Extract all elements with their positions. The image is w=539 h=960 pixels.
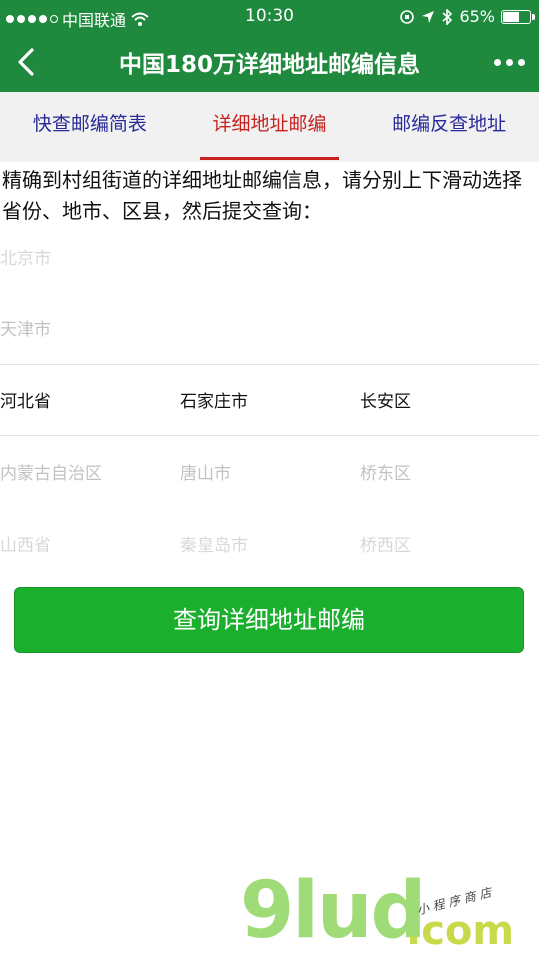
more-dots-icon: [494, 58, 501, 66]
picker-district[interactable]: 桥东区: [360, 459, 411, 484]
status-bar: 中国联通 10:30 65%: [0, 0, 539, 34]
bluetooth-icon: [442, 8, 453, 25]
watermark-domain: .com: [406, 908, 515, 954]
nav-bar: 中国180万详细地址邮编信息: [0, 34, 539, 92]
query-submit-button[interactable]: 查询详细地址邮编: [14, 587, 524, 653]
orientation-lock-icon: [400, 9, 415, 24]
picker-city-selected[interactable]: 石家庄市: [180, 387, 248, 412]
picker-province[interactable]: 内蒙古自治区: [0, 459, 102, 484]
picker-city[interactable]: 秦皇岛市: [180, 531, 248, 556]
picker-province[interactable]: 北京市: [0, 244, 51, 269]
picker-row[interactable]: 天津市: [0, 292, 539, 363]
tab-bar: 快查邮编简表 详细地址邮编 邮编反查地址: [0, 92, 539, 162]
picker-province[interactable]: 天津市: [0, 315, 51, 340]
location-icon: [422, 10, 435, 23]
page-title: 中国180万详细地址邮编信息: [118, 52, 420, 78]
picker-row-selected[interactable]: 河北省 石家庄市 长安区: [0, 364, 539, 435]
region-picker[interactable]: 北京市 天津市 河北省 石家庄市 长安区 内蒙古自治区 唐山市 桥东区 山西省 …: [0, 221, 539, 581]
picker-province-selected[interactable]: 河北省: [0, 387, 51, 412]
picker-row[interactable]: 北京市: [0, 221, 539, 292]
picker-district[interactable]: 桥西区: [360, 531, 411, 556]
tab-detailed-address[interactable]: 详细地址邮编: [180, 92, 360, 162]
watermark-brand: 9lud: [240, 866, 426, 956]
watermark-logo: 9lud 小程序商店 .com: [238, 866, 538, 960]
picker-province[interactable]: 山西省: [0, 531, 51, 556]
picker-row[interactable]: 山西省 秦皇岛市 桥西区: [0, 508, 539, 579]
battery-icon: [501, 9, 535, 24]
tab-reverse-lookup[interactable]: 邮编反查地址: [359, 92, 539, 162]
picker-district-selected[interactable]: 长安区: [360, 387, 411, 412]
picker-city[interactable]: 唐山市: [180, 459, 231, 484]
more-menu-button[interactable]: [494, 48, 525, 76]
instruction-text: 精确到村组街道的详细地址邮编信息，请分别上下滑动选择省份、地市、区县，然后提交查…: [2, 168, 522, 223]
picker-row[interactable]: 内蒙古自治区 唐山市 桥东区: [0, 436, 539, 507]
battery-percent: 65%: [459, 7, 495, 26]
tab-quick-lookup[interactable]: 快查邮编简表: [0, 92, 180, 162]
